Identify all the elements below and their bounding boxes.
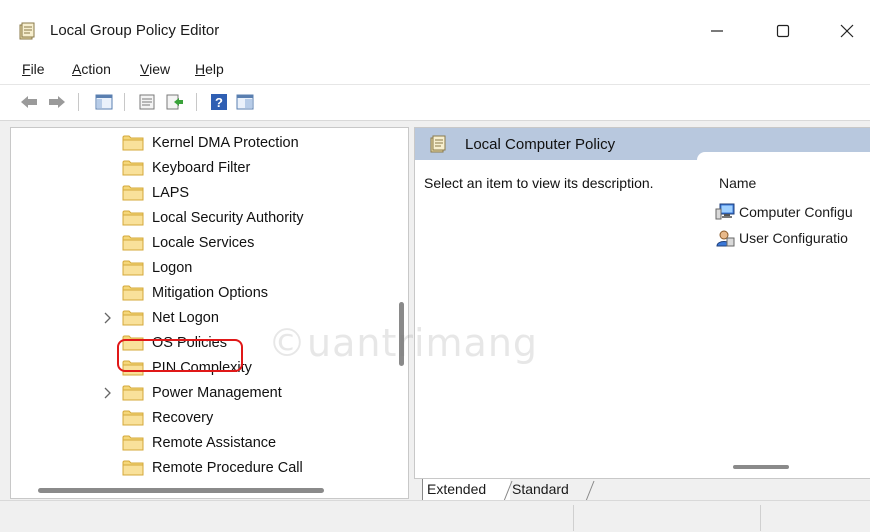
list-item-label: Computer Configu: [739, 204, 853, 220]
tree-item-remote-assistance[interactable]: Remote Assistance: [11, 430, 386, 455]
maximize-icon: [776, 24, 790, 38]
show-hide-tree-button[interactable]: [93, 91, 115, 113]
tree-item-keyboard-filter[interactable]: Keyboard Filter: [11, 155, 386, 180]
toolbar-separator: [124, 93, 125, 111]
menu-action[interactable]: Action: [72, 60, 111, 78]
folder-icon: [122, 384, 144, 401]
forward-arrow-icon: [49, 96, 65, 108]
tree-item-label: Recovery: [152, 409, 214, 426]
tree-item-label: Kernel DMA Protection: [152, 134, 299, 151]
folder-icon: [122, 259, 144, 276]
show-hide-tree-icon: [95, 94, 113, 110]
tree-item-label: Mitigation Options: [152, 284, 269, 301]
tree-item-remote-procedure-call[interactable]: Remote Procedure Call: [11, 455, 386, 480]
tree-item-recovery[interactable]: Recovery: [11, 405, 386, 430]
folder-icon: [122, 409, 144, 426]
tree-item-laps[interactable]: LAPS: [11, 180, 386, 205]
svg-text:?: ?: [215, 95, 223, 110]
menu-help[interactable]: Help: [195, 60, 224, 78]
os-policies-highlight-annotation: [117, 339, 243, 372]
export-list-icon: [166, 94, 183, 110]
tree-item-label: Logon: [152, 259, 193, 276]
tab-standard[interactable]: Standard: [508, 479, 590, 501]
extended-view-icon: [236, 94, 254, 110]
user-icon: [715, 229, 735, 247]
menu-file[interactable]: File: [22, 60, 45, 78]
items-horizontal-scroll-thumb[interactable]: [733, 465, 789, 469]
back-arrow-icon: [21, 96, 37, 108]
toolbar: ?: [0, 84, 870, 118]
folder-icon: [122, 459, 144, 476]
list-item-label: User Configuratio: [739, 230, 848, 246]
toolbar-separator: [196, 93, 197, 111]
tree-item-local-security-authority[interactable]: Local Security Authority: [11, 205, 386, 230]
help-button[interactable]: ?: [208, 91, 230, 113]
tree-item-net-logon[interactable]: Net Logon: [11, 305, 386, 330]
maximize-button[interactable]: [760, 14, 806, 48]
items-list: Name Computer Configu User Configuratio: [697, 152, 870, 478]
menu-view[interactable]: View: [140, 60, 170, 78]
tree-item-label: Remote Assistance: [152, 434, 277, 451]
extended-view-button[interactable]: [234, 91, 256, 113]
status-divider: [573, 505, 574, 531]
tree-item-logon[interactable]: Logon: [11, 255, 386, 280]
folder-icon: [122, 159, 144, 176]
list-item-computer-configuration[interactable]: Computer Configu: [715, 202, 853, 222]
folder-icon: [122, 234, 144, 251]
title-bar: Local Group Policy Editor: [0, 0, 870, 56]
folder-icon: [122, 184, 144, 201]
folder-icon: [122, 134, 144, 151]
close-button[interactable]: [824, 14, 870, 48]
details-title: Local Computer Policy: [465, 136, 616, 153]
tree-item-mitigation-options[interactable]: Mitigation Options: [11, 280, 386, 305]
toolbar-separator: [78, 93, 79, 111]
properties-button[interactable]: [136, 91, 158, 113]
tree-item-kernel-dma-protection[interactable]: Kernel DMA Protection: [11, 130, 386, 155]
minimize-icon: [711, 30, 723, 32]
tree-item-locale-services[interactable]: Locale Services: [11, 230, 386, 255]
minimize-button[interactable]: [694, 14, 740, 48]
properties-icon: [139, 94, 155, 110]
policy-editor-icon: [18, 22, 36, 40]
tree-item-label: Net Logon: [152, 309, 219, 326]
close-icon: [840, 24, 854, 38]
tree-item-label: Power Management: [152, 384, 282, 401]
folder-icon: [122, 434, 144, 451]
tab-extended[interactable]: Extended: [422, 479, 510, 501]
tree-vertical-scroll-thumb[interactable]: [399, 302, 404, 366]
window-title: Local Group Policy Editor: [50, 22, 220, 39]
folder-icon: [122, 284, 144, 301]
export-list-button[interactable]: [164, 91, 186, 113]
folder-icon: [122, 209, 144, 226]
tree-item-label: Remote Procedure Call: [152, 459, 303, 476]
tree-item-label: Keyboard Filter: [152, 159, 251, 176]
tree-item-power-management[interactable]: Power Management: [11, 380, 386, 405]
help-icon: ?: [211, 94, 227, 110]
policy-scroll-icon: [429, 135, 447, 153]
tree-item-label: LAPS: [152, 184, 190, 201]
back-button[interactable]: [18, 91, 40, 113]
list-item-user-configuration[interactable]: User Configuratio: [715, 228, 848, 248]
tree-item-label: Locale Services: [152, 234, 255, 251]
tree-pane: Kernel DMA Protection Keyboard Filter LAPS…: [10, 127, 409, 499]
status-divider: [760, 505, 761, 531]
tree-vertical-scrollbar[interactable]: [394, 128, 408, 484]
column-header-name[interactable]: Name: [719, 175, 756, 191]
details-pane: Local Computer Policy Select an item to …: [414, 127, 870, 479]
content-area: Kernel DMA Protection Keyboard Filter LAPS…: [0, 120, 870, 502]
menu-bar: File Action View Help: [0, 56, 870, 82]
tree-horizontal-scrollbar[interactable]: [11, 484, 394, 498]
tree-item-label: Local Security Authority: [152, 209, 304, 226]
tree-horizontal-scroll-thumb[interactable]: [38, 488, 324, 493]
chevron-right-icon[interactable]: [101, 311, 115, 325]
folder-icon: [122, 309, 144, 326]
forward-button[interactable]: [46, 91, 68, 113]
description-text: Select an item to view its description.: [424, 175, 654, 191]
chevron-right-icon[interactable]: [101, 386, 115, 400]
status-bar: [0, 500, 870, 532]
computer-icon: [715, 203, 735, 221]
